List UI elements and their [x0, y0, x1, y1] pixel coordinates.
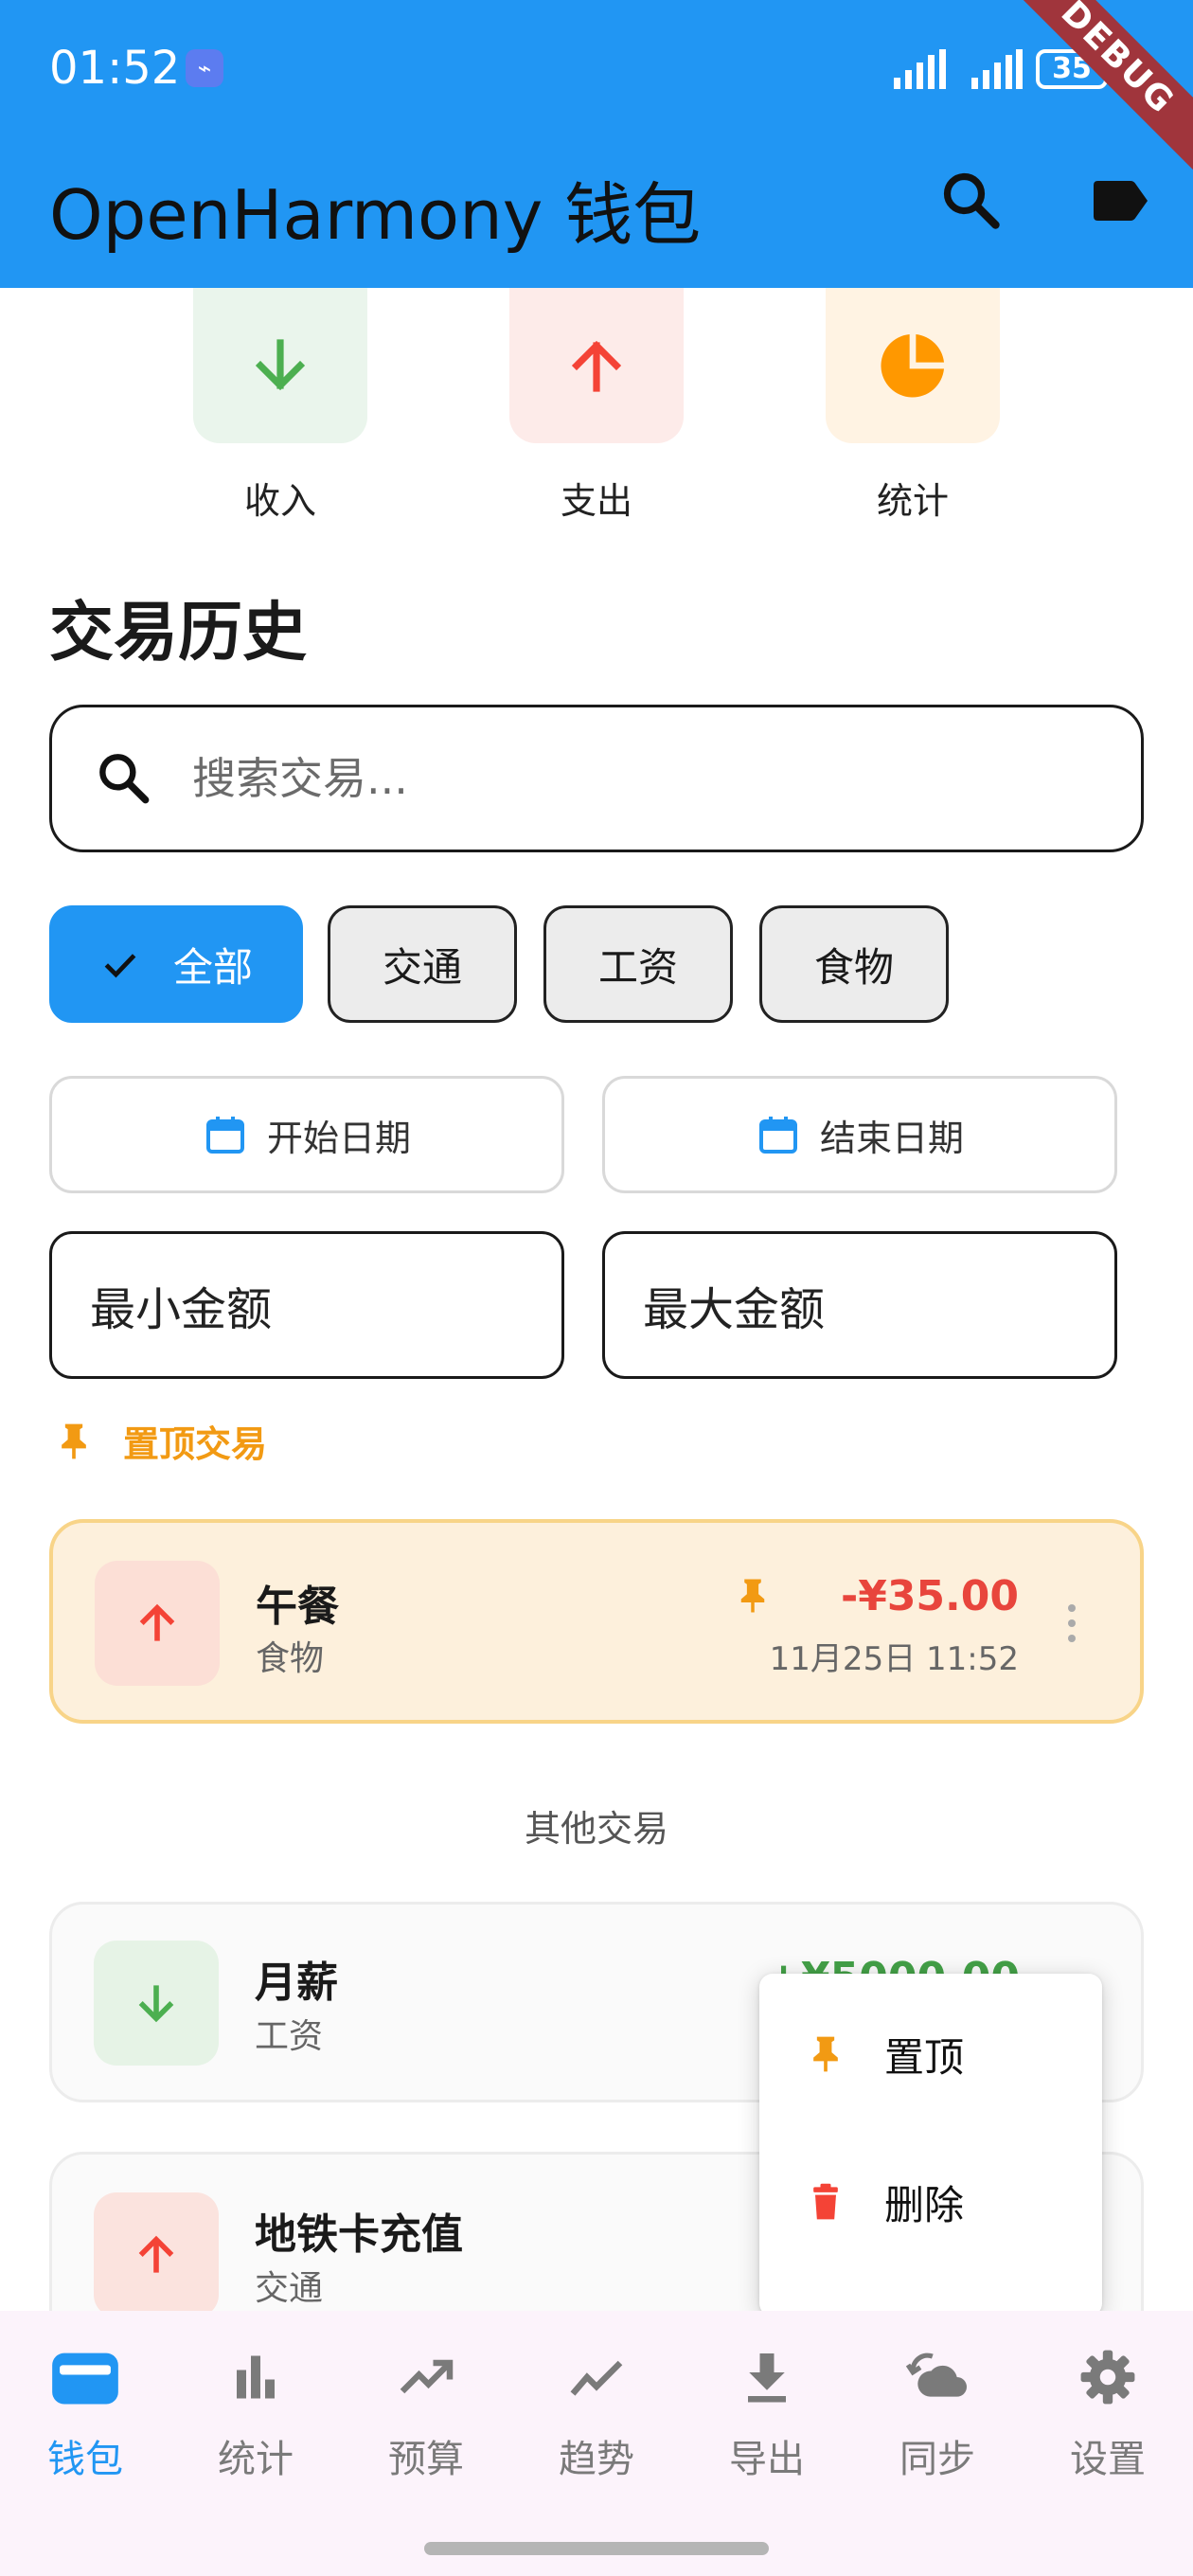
nav-item-sync[interactable]: 同步 [852, 2339, 1023, 2483]
expense-icon-box [95, 1561, 220, 1686]
pinned-section-label: 置顶交易 [123, 1423, 268, 1465]
transaction-amount: -¥35.00 [840, 1572, 1019, 1620]
menu-item-label: 置顶 [884, 2033, 965, 2081]
nav-label: 同步 [899, 2438, 975, 2481]
transaction-name: 地铁卡充值 [255, 2210, 463, 2259]
bottom-navigation: 钱包 统计 预算 趋势 导出 同步 设置 [0, 2311, 1193, 2576]
filter-chip-label: 全部 [172, 943, 253, 991]
arrow-up-icon [139, 1603, 175, 1641]
wallet-icon [52, 2352, 118, 2405]
quick-action-stats[interactable]: 统计 [826, 288, 1000, 524]
more-vert-icon[interactable] [1064, 1602, 1079, 1644]
nav-label: 趋势 [559, 2438, 634, 2481]
calendar-icon [205, 1117, 244, 1154]
app-bar: 01:52 ⌁ 35 DEBUG OpenHarmony 钱包 [0, 0, 1193, 288]
quick-action-label: 支出 [560, 480, 632, 522]
quick-action-income[interactable]: 收入 [193, 288, 367, 524]
trend-line-icon [570, 2360, 623, 2396]
arrow-down-icon [138, 1985, 174, 2023]
end-date-button[interactable]: 结束日期 [602, 1076, 1117, 1193]
transaction-category: 工资 [255, 2017, 324, 2056]
quick-action-label: 收入 [243, 480, 316, 522]
income-icon-box [94, 1941, 219, 2066]
transaction-category: 食物 [256, 1639, 325, 1678]
sync-icon [905, 2352, 967, 2397]
calendar-icon [758, 1117, 797, 1154]
expense-icon-box [509, 288, 684, 443]
arrow-down-icon [255, 339, 306, 391]
pin-icon [62, 1423, 86, 1458]
arrow-up-icon [571, 340, 622, 392]
filter-chip-label: 交通 [382, 943, 462, 991]
search-icon[interactable] [937, 167, 1006, 235]
delete-icon [813, 2183, 838, 2220]
stats-icon-box [826, 288, 1000, 443]
app-title: OpenHarmony 钱包 [49, 175, 702, 255]
income-icon-box [193, 288, 367, 443]
nav-item-budget[interactable]: 预算 [341, 2339, 511, 2483]
filter-chip-transport[interactable]: 交通 [328, 905, 517, 1023]
quick-action-expense[interactable]: 支出 [509, 288, 684, 524]
filter-chip-salary[interactable]: 工资 [543, 905, 733, 1023]
nav-label: 统计 [218, 2438, 294, 2481]
quick-action-label: 统计 [876, 480, 949, 522]
trending-up-icon [400, 2359, 454, 2394]
label-icon[interactable] [1085, 167, 1153, 235]
search-icon [99, 754, 150, 804]
home-indicator [424, 2542, 769, 2555]
nav-item-stats[interactable]: 统计 [170, 2339, 341, 2483]
menu-item-label: 删除 [884, 2181, 965, 2228]
menu-item-delete[interactable]: 删除 [759, 2140, 1102, 2263]
nav-item-settings[interactable]: 设置 [1023, 2339, 1193, 2483]
nav-item-wallet[interactable]: 钱包 [0, 2339, 170, 2483]
pin-icon [813, 2036, 838, 2072]
nav-label: 钱包 [47, 2438, 123, 2481]
settings-icon [1080, 2350, 1135, 2405]
check-icon [104, 954, 136, 978]
pinned-section-header: 置顶交易 [53, 1415, 267, 1467]
nav-item-export[interactable]: 导出 [682, 2339, 852, 2483]
min-amount-field[interactable]: 最小金额 [49, 1231, 564, 1379]
transaction-category: 交通 [255, 2269, 324, 2308]
filter-chip-label: 工资 [597, 943, 678, 991]
transaction-name: 月薪 [255, 1959, 338, 2007]
nav-item-trend[interactable]: 趋势 [511, 2339, 682, 2483]
transaction-date: 11月25日 11:52 [769, 1640, 1019, 1678]
start-date-label: 开始日期 [266, 1117, 411, 1159]
search-field[interactable] [49, 705, 1144, 852]
pin-icon [740, 1579, 765, 1613]
filter-chip-food[interactable]: 食物 [759, 905, 949, 1023]
status-time: 01:52 [49, 42, 181, 95]
start-date-button[interactable]: 开始日期 [49, 1076, 564, 1193]
pie-chart-icon [881, 334, 944, 398]
signal-icon [894, 49, 946, 89]
filter-chip-label: 食物 [813, 943, 894, 991]
signal-icon-secondary [971, 49, 1023, 89]
other-section-header: 其他交易 [524, 1808, 668, 1850]
nav-label: 预算 [388, 2438, 464, 2481]
expense-icon-box [94, 2192, 219, 2317]
arrow-up-icon [138, 2235, 174, 2273]
pinned-transaction-card[interactable]: 午餐 食物 -¥35.00 11月25日 11:52 [49, 1519, 1144, 1724]
search-input[interactable] [192, 753, 1044, 804]
end-date-label: 结束日期 [819, 1117, 964, 1159]
menu-item-pin[interactable]: 置顶 [759, 1993, 1102, 2116]
bar-chart-icon [237, 2355, 275, 2399]
max-amount-field[interactable]: 最大金额 [602, 1231, 1117, 1379]
context-menu: 置顶 删除 [759, 1974, 1102, 2317]
transaction-name: 午餐 [256, 1583, 339, 1631]
history-title: 交易历史 [49, 596, 308, 671]
usb-icon: ⌁ [186, 49, 223, 87]
download-icon [748, 2353, 786, 2403]
nav-label: 导出 [729, 2438, 805, 2481]
filter-chip-all[interactable]: 全部 [49, 905, 303, 1023]
nav-label: 设置 [1070, 2438, 1146, 2481]
